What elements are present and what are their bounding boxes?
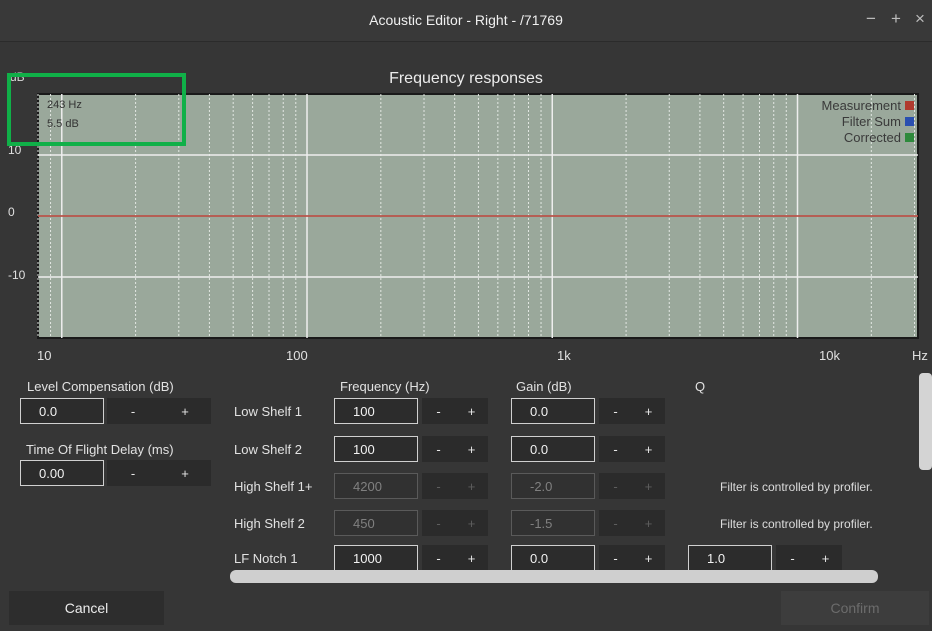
gain-stepper: - + xyxy=(599,545,665,571)
q-field[interactable]: 1.0 xyxy=(688,545,772,571)
legend-item: Filter Sum xyxy=(842,114,914,129)
increment-button[interactable]: + xyxy=(812,551,840,566)
decrement-button[interactable]: - xyxy=(425,404,453,419)
increment-button: + xyxy=(644,515,653,531)
gain-stepper: - + xyxy=(599,398,665,424)
q-stepper: - + xyxy=(776,545,842,571)
y-tick-label: -10 xyxy=(8,268,26,282)
legend-swatch xyxy=(905,133,914,142)
legend-label: Filter Sum xyxy=(841,114,901,129)
frequency-field: 450 xyxy=(334,510,418,536)
gain-field: -2.0 xyxy=(511,473,595,499)
x-tick-label: 10 xyxy=(37,348,52,363)
increment-button[interactable]: + xyxy=(171,466,199,481)
frequency-field[interactable]: 1000 xyxy=(334,545,418,571)
increment-button: + xyxy=(467,478,476,494)
frequency-field: 4200 xyxy=(334,473,418,499)
decrement-button: - xyxy=(613,515,618,531)
gain-field[interactable]: 0.0 xyxy=(511,545,595,571)
legend-item: Corrected xyxy=(844,130,914,145)
gain-stepper: - + xyxy=(599,473,665,499)
q-header: Q xyxy=(695,379,706,394)
filter-name: High Shelf 2 xyxy=(234,516,305,531)
profiler-note: Filter is controlled by profiler. xyxy=(720,480,873,494)
increment-button: + xyxy=(467,515,476,531)
increment-button[interactable]: + xyxy=(635,551,663,566)
decrement-button: - xyxy=(436,478,441,494)
decrement-button[interactable]: - xyxy=(602,551,630,566)
filter-name: Low Shelf 2 xyxy=(234,442,302,457)
frequency-stepper: - + xyxy=(422,545,488,571)
horizontal-scrollbar[interactable] xyxy=(230,570,878,583)
gain-field[interactable]: 0.0 xyxy=(511,436,595,462)
increment-button[interactable]: + xyxy=(171,404,199,419)
frequency-stepper: - + xyxy=(422,473,488,499)
gain-field[interactable]: 0.0 xyxy=(511,398,595,424)
x-tick-label: 100 xyxy=(286,348,308,363)
decrement-button[interactable]: - xyxy=(119,466,147,481)
legend-item: Measurement xyxy=(822,98,914,113)
y-tick-label: 10 xyxy=(8,143,22,157)
gain-header: Gain (dB) xyxy=(516,379,572,394)
gain-field: -1.5 xyxy=(511,510,595,536)
increment-button[interactable]: + xyxy=(458,404,486,419)
time-of-flight-label: Time Of Flight Delay (ms) xyxy=(26,442,174,457)
decrement-button[interactable]: - xyxy=(425,442,453,457)
frequency-response-chart[interactable] xyxy=(0,0,932,380)
legend-label: Measurement xyxy=(821,98,901,113)
time-of-flight-field[interactable]: 0.00 xyxy=(20,460,104,486)
level-compensation-label: Level Compensation (dB) xyxy=(27,379,174,394)
confirm-button[interactable]: Confirm xyxy=(781,591,929,625)
increment-button[interactable]: + xyxy=(635,404,663,419)
cursor-gain-readout: 5.5 dB xyxy=(47,118,79,130)
y-tick-label: 0 xyxy=(8,205,15,219)
time-of-flight-stepper: - + xyxy=(107,460,211,486)
gain-stepper: - + xyxy=(599,436,665,462)
cancel-button[interactable]: Cancel xyxy=(9,591,164,625)
legend-swatch xyxy=(905,101,914,110)
frequency-stepper: - + xyxy=(422,510,488,536)
filter-name: LF Notch 1 xyxy=(234,551,298,566)
legend-swatch xyxy=(905,117,914,126)
frequency-header: Frequency (Hz) xyxy=(340,379,430,394)
decrement-button[interactable]: - xyxy=(602,404,630,419)
profiler-note: Filter is controlled by profiler. xyxy=(720,517,873,531)
increment-button[interactable]: + xyxy=(458,442,486,457)
decrement-button: - xyxy=(613,478,618,494)
decrement-button[interactable]: - xyxy=(602,442,630,457)
filter-name: Low Shelf 1 xyxy=(234,404,302,419)
decrement-button[interactable]: - xyxy=(119,404,147,419)
x-tick-label: 10k xyxy=(819,348,840,363)
decrement-button[interactable]: - xyxy=(779,551,807,566)
vertical-scrollbar[interactable] xyxy=(919,373,932,470)
increment-button: + xyxy=(644,478,653,494)
frequency-stepper: - + xyxy=(422,436,488,462)
level-compensation-stepper: - + xyxy=(107,398,211,424)
frequency-field[interactable]: 100 xyxy=(334,436,418,462)
increment-button[interactable]: + xyxy=(458,551,486,566)
decrement-button: - xyxy=(436,515,441,531)
cursor-freq-readout: 243 Hz xyxy=(47,99,82,111)
increment-button[interactable]: + xyxy=(635,442,663,457)
legend-label: Corrected xyxy=(843,130,901,145)
frequency-field[interactable]: 100 xyxy=(334,398,418,424)
frequency-stepper: - + xyxy=(422,398,488,424)
level-compensation-field[interactable]: 0.0 xyxy=(20,398,104,424)
filter-name: High Shelf 1+ xyxy=(234,479,313,494)
gain-stepper: - + xyxy=(599,510,665,536)
decrement-button[interactable]: - xyxy=(425,551,453,566)
x-tick-label: 1k xyxy=(557,348,571,363)
x-axis-unit: Hz xyxy=(912,348,928,363)
